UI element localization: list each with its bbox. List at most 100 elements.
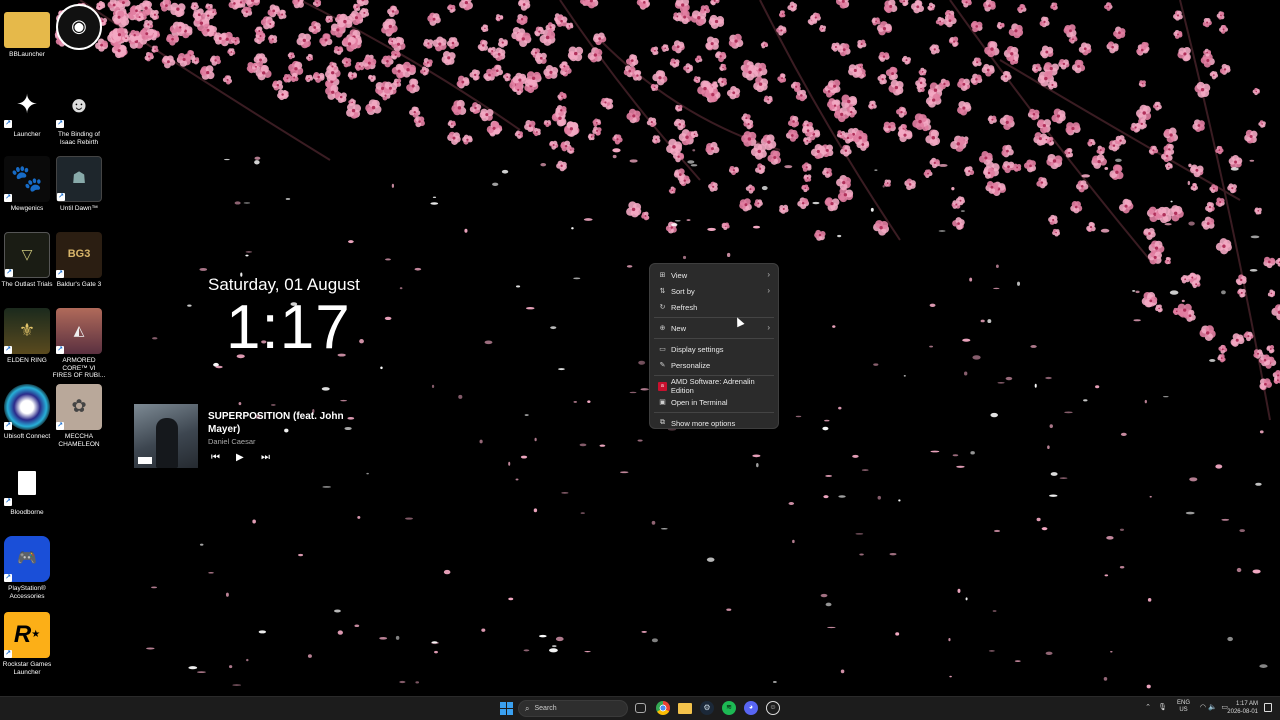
desktop-icon-meccha-chameleon[interactable]: ✿ ↗ MECCHA CHAMELEON — [52, 384, 106, 448]
file-icon: ↗ — [4, 460, 50, 506]
spotify-icon[interactable]: ≋ — [722, 701, 736, 715]
desktop-icon-armored-core[interactable]: ◭ ↗ ARMORED CORE™ VI FIRES OF RUBI... — [52, 308, 106, 380]
album-art[interactable] — [134, 404, 198, 468]
falling-petal — [492, 182, 499, 187]
menu-item-sort-by[interactable]: ⇅ Sort by › — [650, 283, 778, 299]
falling-petal — [651, 638, 658, 643]
blossom-flower — [745, 184, 755, 194]
language-indicator[interactable]: ENG US — [1177, 700, 1190, 714]
desktop-icon-rockstar[interactable]: R ★ ↗ Rockstar Games Launcher — [0, 612, 54, 676]
desktop-icon-eye-shield[interactable]: ◉ — [52, 4, 106, 53]
falling-petal — [484, 340, 493, 345]
desktop-icon-isaac[interactable]: ☻ ↗ The Binding of Isaac Rebirth — [52, 82, 106, 146]
search-icon: ⌕ — [525, 703, 530, 713]
volume-icon[interactable]: 🔈 — [1208, 703, 1217, 711]
falling-petal — [687, 160, 695, 164]
terminal-icon: ▣ — [659, 399, 666, 406]
blossom-flower — [447, 4, 456, 13]
menu-item-personalize[interactable]: ✎ Personalize — [650, 357, 778, 373]
steam-icon[interactable]: ⚙ — [700, 701, 714, 715]
taskbar-clock[interactable]: 1:17 AM 2026-08-01 — [1227, 700, 1258, 716]
desktop-icon-mewgenics[interactable]: 🐾 ↗ Mewgenics — [0, 156, 54, 213]
desktop-icon-bblauncher[interactable]: BBLauncher — [0, 6, 54, 59]
falling-petal — [391, 183, 395, 188]
chrome-icon[interactable] — [656, 701, 670, 715]
task-view-icon[interactable] — [635, 703, 646, 713]
blossom-flower — [333, 46, 344, 55]
falling-petal — [1050, 472, 1058, 476]
blossom-flower — [694, 55, 703, 63]
taskbar-search-box[interactable]: ⌕ Search — [518, 700, 628, 717]
falling-petal — [1115, 158, 1122, 162]
previous-track-button[interactable]: ⏮ — [211, 452, 220, 463]
wifi-icon[interactable]: ◠ — [1200, 703, 1206, 711]
falling-petal — [820, 593, 828, 598]
start-tile — [500, 709, 506, 715]
desktop-icon-outlast-trials[interactable]: ▽ ↗ The Outlast Trials — [0, 232, 54, 289]
file-explorer-icon[interactable] — [678, 703, 692, 714]
start-button[interactable] — [500, 702, 513, 715]
app-icon[interactable]: ☺ — [766, 701, 780, 715]
menu-item-view[interactable]: ⊞ View › — [650, 267, 778, 283]
falling-petal — [254, 156, 261, 160]
menu-item-show-more-options[interactable]: ⧉ Show more options — [650, 415, 778, 431]
falling-petal — [552, 645, 557, 648]
blossom-flower — [1237, 288, 1246, 298]
desktop-icon-until-dawn[interactable]: ☗ ↗ Until Dawn™ — [52, 156, 106, 213]
blossom-flower — [584, 0, 599, 9]
blossom-flower — [1040, 45, 1054, 59]
falling-petal — [993, 529, 1001, 533]
next-track-button[interactable]: ⏭ — [261, 452, 270, 463]
falling-petal — [992, 610, 997, 612]
falling-petal — [225, 592, 229, 597]
menu-item-open-terminal[interactable]: ▣ Open in Terminal — [650, 394, 778, 410]
menu-item-refresh[interactable]: ↻ Refresh — [650, 299, 778, 315]
discord-icon[interactable]: ◕ — [744, 701, 758, 715]
play-button[interactable]: ▶ — [236, 452, 244, 463]
blossom-flower — [227, 48, 236, 57]
falling-petal — [1185, 511, 1195, 515]
falling-petal — [761, 185, 768, 191]
blossom-flower — [517, 0, 531, 11]
falling-petal — [229, 665, 233, 669]
blossom-flower — [904, 178, 916, 191]
falling-petal — [1144, 399, 1147, 404]
menu-item-new[interactable]: ⊕ New › — [650, 320, 778, 336]
blossom-flower — [923, 169, 933, 178]
falling-petal — [223, 158, 230, 161]
blossom-flower — [888, 79, 904, 96]
microphone-icon[interactable]: 🎙 — [1158, 703, 1167, 711]
notification-icon[interactable] — [1264, 703, 1272, 712]
blossom-flower — [166, 34, 179, 46]
desktop-icon-playstation-accessories[interactable]: 🎮 ↗ PlayStation® Accessories — [0, 536, 54, 600]
desktop-icon-bloodborne[interactable]: ↗ Bloodborne — [0, 460, 54, 517]
desktop-icon-launcher[interactable]: ✦ ↗ Launcher — [0, 82, 54, 139]
falling-petal — [337, 630, 343, 635]
blossom-flower — [480, 24, 489, 33]
falling-petal — [752, 454, 761, 458]
falling-petal — [726, 252, 731, 258]
blossom-flower — [1086, 221, 1096, 232]
chevron-up-icon[interactable]: ⌃ — [1145, 703, 1151, 711]
falling-petal — [1249, 159, 1255, 162]
desktop-icon-ubisoft[interactable]: ↗ Ubisoft Connect — [0, 384, 54, 441]
blossom-flower — [347, 71, 358, 80]
blossom-flower — [652, 70, 668, 86]
blossom-flower — [1235, 274, 1247, 286]
menu-item-amd-software[interactable]: a AMD Software: Adrenalin Edition — [650, 377, 778, 395]
falling-petal — [626, 265, 633, 268]
blossom-flower — [341, 36, 358, 52]
blossom-flower — [1031, 63, 1042, 74]
blossom-flower — [1152, 101, 1162, 111]
blossom-flower — [567, 46, 584, 62]
falling-petal — [430, 202, 439, 205]
menu-item-display-settings[interactable]: ▭ Display settings — [650, 341, 778, 357]
blossom-flower — [459, 0, 473, 11]
falling-petal — [340, 399, 348, 402]
desktop-icon-baldurs-gate[interactable]: BG3 ↗ Baldur's Gate 3 — [52, 232, 106, 289]
falling-petal — [508, 597, 514, 601]
blossom-flower — [427, 12, 441, 26]
language-code: ENG — [1176, 700, 1190, 706]
falling-petal — [1119, 528, 1125, 532]
desktop-icon-elden-ring[interactable]: ⚜ ↗ ELDEN RING — [0, 308, 54, 365]
